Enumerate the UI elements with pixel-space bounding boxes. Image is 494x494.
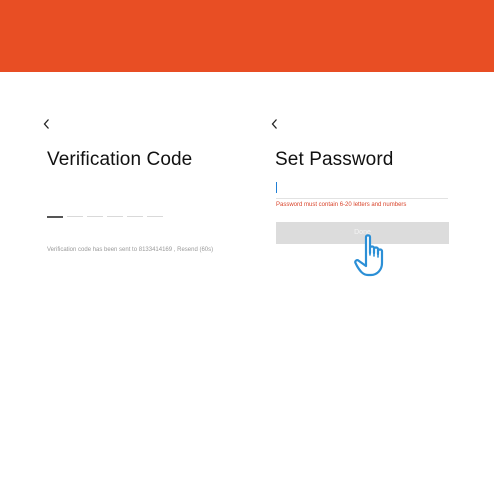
code-digit-slot[interactable] bbox=[47, 216, 63, 218]
page-title: Set Password bbox=[275, 149, 394, 170]
chevron-left-icon[interactable] bbox=[42, 118, 56, 132]
code-digit-slot[interactable] bbox=[67, 216, 83, 217]
password-input[interactable] bbox=[279, 180, 444, 196]
verification-code-screen: Verification Code Verification code has … bbox=[40, 112, 240, 312]
password-error-message: Password must contain 6-20 letters and n… bbox=[276, 202, 407, 208]
code-sent-message: Verification code has been sent to 81334… bbox=[47, 247, 214, 253]
chevron-left-icon[interactable] bbox=[270, 118, 284, 132]
pointing-hand-icon bbox=[354, 233, 400, 279]
brand-banner bbox=[0, 0, 494, 72]
code-digit-slot[interactable] bbox=[147, 216, 163, 217]
verification-code-input[interactable] bbox=[47, 216, 163, 218]
set-password-screen: Set Password Password must contain 6-20 … bbox=[268, 112, 468, 312]
code-digit-slot[interactable] bbox=[127, 216, 143, 217]
code-digit-slot[interactable] bbox=[87, 216, 103, 217]
page-title: Verification Code bbox=[47, 149, 193, 170]
code-sent-text: Verification code has been sent to 81334… bbox=[47, 247, 173, 253]
code-digit-slot[interactable] bbox=[107, 216, 123, 217]
resend-link[interactable]: Resend (60s) bbox=[177, 247, 213, 253]
text-caret bbox=[276, 182, 277, 193]
password-field[interactable] bbox=[276, 180, 448, 199]
